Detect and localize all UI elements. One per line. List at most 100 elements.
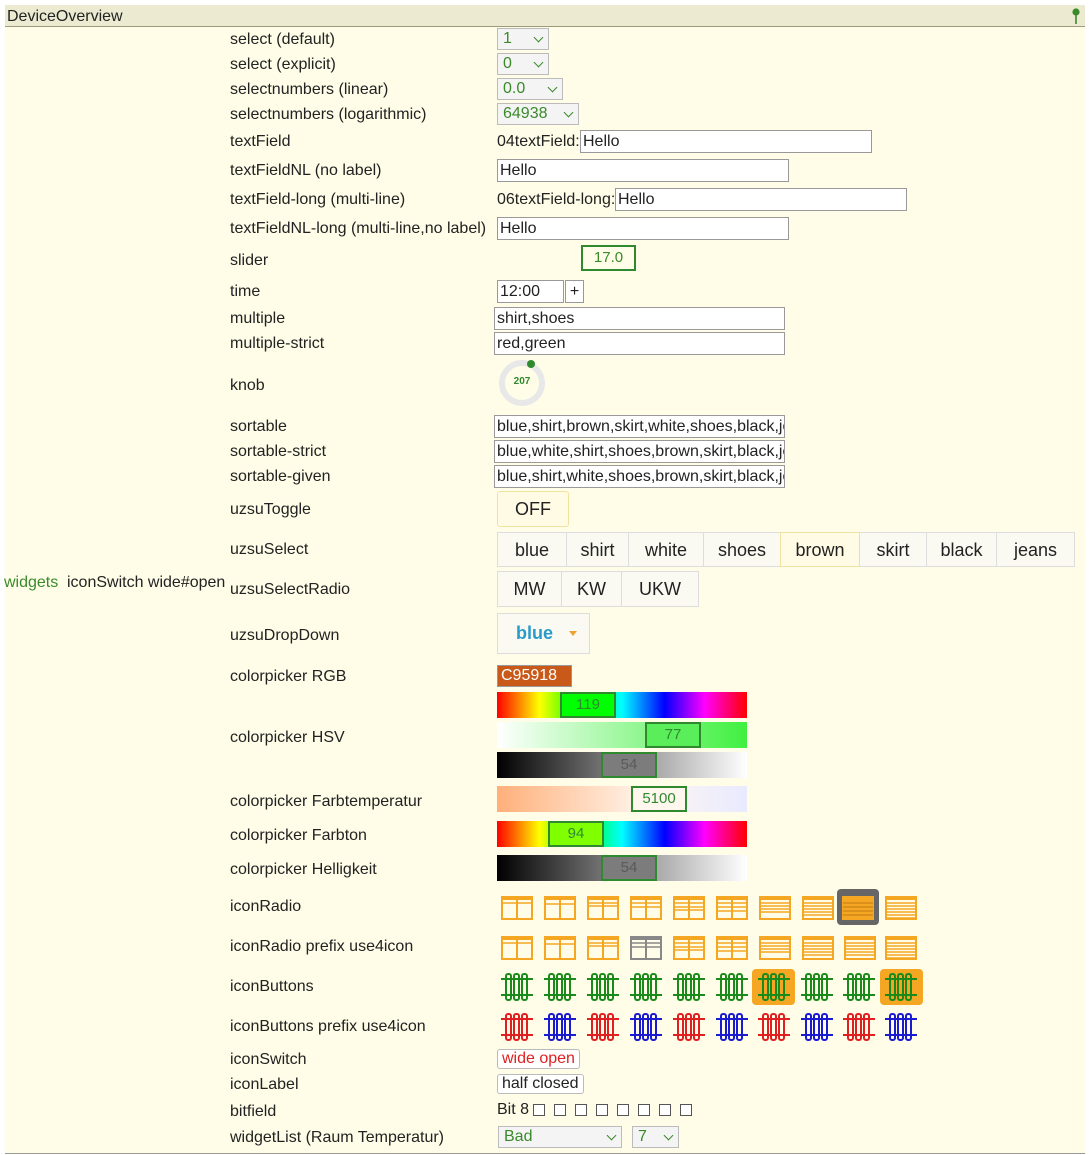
- shutter-icon[interactable]: [585, 893, 621, 923]
- hue-handle[interactable]: 94: [548, 821, 604, 847]
- bitfield-label: Bit 8: [497, 1101, 530, 1118]
- shutter-icon[interactable]: [757, 933, 793, 963]
- hsv-hue-bar[interactable]: 119: [497, 692, 747, 718]
- shutter-icon[interactable]: [800, 933, 836, 963]
- uzsu-select-brown[interactable]: brown: [780, 532, 860, 567]
- radiator-icon[interactable]: [841, 1012, 877, 1042]
- uzsu-select-white[interactable]: white: [628, 532, 704, 567]
- sortable-strict-input[interactable]: blue,white,shirt,shoes,brown,skirt,black…: [494, 440, 785, 463]
- multiple-input[interactable]: shirt,shoes: [494, 307, 785, 330]
- bitfield-checkbox[interactable]: [575, 1104, 587, 1116]
- uzsu-toggle-button[interactable]: OFF: [497, 491, 569, 527]
- radiator-icon[interactable]: [585, 1012, 621, 1042]
- widgetlist-room-select[interactable]: Bad: [498, 1126, 622, 1148]
- hsv-value-handle[interactable]: 54: [601, 752, 657, 778]
- shutter-icon[interactable]: [628, 933, 664, 963]
- textfieldnl-input[interactable]: Hello: [497, 159, 789, 182]
- shutter-icon[interactable]: [585, 933, 621, 963]
- radiator-icon[interactable]: [883, 972, 919, 1002]
- selectnumbers-log[interactable]: 64938: [497, 103, 579, 125]
- colorpicker-rgb-field[interactable]: C95918: [497, 665, 572, 687]
- radiator-icon[interactable]: [628, 972, 664, 1002]
- radiator-icon[interactable]: [714, 972, 750, 1002]
- shutter-icon[interactable]: [883, 933, 919, 963]
- shutter-icon[interactable]: [840, 893, 876, 923]
- radiator-icon[interactable]: [628, 1012, 664, 1042]
- hsv-value-bar[interactable]: 54: [497, 752, 747, 778]
- iconswitch-button[interactable]: wide open: [497, 1049, 580, 1069]
- sortable-input[interactable]: blue,shirt,brown,skirt,white,shoes,black…: [494, 415, 785, 438]
- shutter-icon[interactable]: [757, 893, 793, 923]
- bitfield-checkbox[interactable]: [617, 1104, 629, 1116]
- radiator-icon[interactable]: [585, 972, 621, 1002]
- shutter-icon[interactable]: [499, 893, 535, 923]
- shutter-icon[interactable]: [499, 933, 535, 963]
- textfield-input[interactable]: Hello: [580, 130, 872, 153]
- uzsu-radio-mw[interactable]: MW: [497, 571, 562, 607]
- hue-bar[interactable]: 94: [497, 821, 747, 847]
- radiator-icon[interactable]: [883, 1012, 919, 1042]
- shutter-icon[interactable]: [628, 893, 664, 923]
- shutter-icon[interactable]: [542, 933, 578, 963]
- iconbuttons-prefix-group: [497, 1008, 927, 1046]
- radiator-icon[interactable]: [671, 972, 707, 1002]
- hsv-hue-handle[interactable]: 119: [560, 692, 616, 718]
- radiator-icon[interactable]: [714, 1012, 750, 1042]
- bitfield-checkbox[interactable]: [596, 1104, 608, 1116]
- bitfield-checkbox[interactable]: [554, 1104, 566, 1116]
- shutter-icon[interactable]: [883, 893, 919, 923]
- uzsu-radio-kw[interactable]: KW: [561, 571, 622, 607]
- shutter-icon[interactable]: [714, 933, 750, 963]
- slider-handle[interactable]: 17.0: [581, 245, 636, 271]
- label-knob: knob: [230, 377, 265, 394]
- sortable-given-input[interactable]: blue,shirt,white,shoes,brown,skirt,black…: [494, 465, 785, 488]
- radiator-icon[interactable]: [841, 972, 877, 1002]
- uzsu-dropdown-value: blue: [516, 623, 554, 643]
- select-explicit[interactable]: 0: [497, 53, 549, 75]
- time-plus-button[interactable]: +: [565, 280, 584, 303]
- shutter-icon[interactable]: [671, 933, 707, 963]
- brightness-handle[interactable]: 54: [601, 855, 657, 881]
- uzsu-select-black[interactable]: black: [926, 532, 997, 567]
- radiator-icon[interactable]: [499, 972, 535, 1002]
- uzsu-radio-ukw[interactable]: UKW: [621, 571, 699, 607]
- bitfield-checkbox[interactable]: [533, 1104, 545, 1116]
- uzsu-select-jeans[interactable]: jeans: [996, 532, 1075, 567]
- brightness-bar[interactable]: 54: [497, 855, 747, 881]
- uzsu-select-shoes[interactable]: shoes: [703, 532, 781, 567]
- pin-icon[interactable]: [1071, 8, 1081, 24]
- uzsu-select-skirt[interactable]: skirt: [859, 532, 927, 567]
- colortemp-bar[interactable]: 5100: [497, 786, 747, 812]
- shutter-icon[interactable]: [800, 893, 836, 923]
- bitfield-checkbox[interactable]: [659, 1104, 671, 1116]
- hsv-saturation-handle[interactable]: 77: [645, 722, 701, 748]
- radiator-icon[interactable]: [756, 972, 792, 1002]
- multiple-strict-input[interactable]: red,green: [494, 332, 785, 355]
- widgetlist-temp-select[interactable]: 7: [632, 1126, 679, 1148]
- uzsu-select-blue[interactable]: blue: [497, 532, 567, 567]
- uzsu-dropdown[interactable]: blue: [497, 613, 590, 654]
- label-multiple-strict: multiple-strict: [230, 335, 325, 352]
- selectnumbers-linear[interactable]: 0.0: [497, 78, 563, 100]
- textfieldnl-long-input[interactable]: Hello: [497, 217, 789, 240]
- radiator-icon[interactable]: [799, 1012, 835, 1042]
- radiator-icon[interactable]: [542, 972, 578, 1002]
- uzsu-select-shirt[interactable]: shirt: [566, 532, 629, 567]
- radiator-icon[interactable]: [671, 1012, 707, 1042]
- select-default[interactable]: 1: [497, 28, 549, 50]
- textfield-long-input[interactable]: Hello: [615, 188, 907, 211]
- bitfield-checkbox[interactable]: [638, 1104, 650, 1116]
- radiator-icon[interactable]: [756, 1012, 792, 1042]
- bitfield-checkbox[interactable]: [680, 1104, 692, 1116]
- radiator-icon[interactable]: [542, 1012, 578, 1042]
- radiator-icon[interactable]: [499, 1012, 535, 1042]
- shutter-icon[interactable]: [671, 893, 707, 923]
- time-input[interactable]: 12:00: [497, 280, 564, 303]
- shutter-icon[interactable]: [842, 933, 878, 963]
- hsv-saturation-bar[interactable]: 77: [497, 722, 747, 748]
- radiator-icon[interactable]: [799, 972, 835, 1002]
- colortemp-handle[interactable]: 5100: [631, 786, 687, 812]
- shutter-icon[interactable]: [542, 893, 578, 923]
- chevron-down-icon: [533, 57, 544, 68]
- shutter-icon[interactable]: [714, 893, 750, 923]
